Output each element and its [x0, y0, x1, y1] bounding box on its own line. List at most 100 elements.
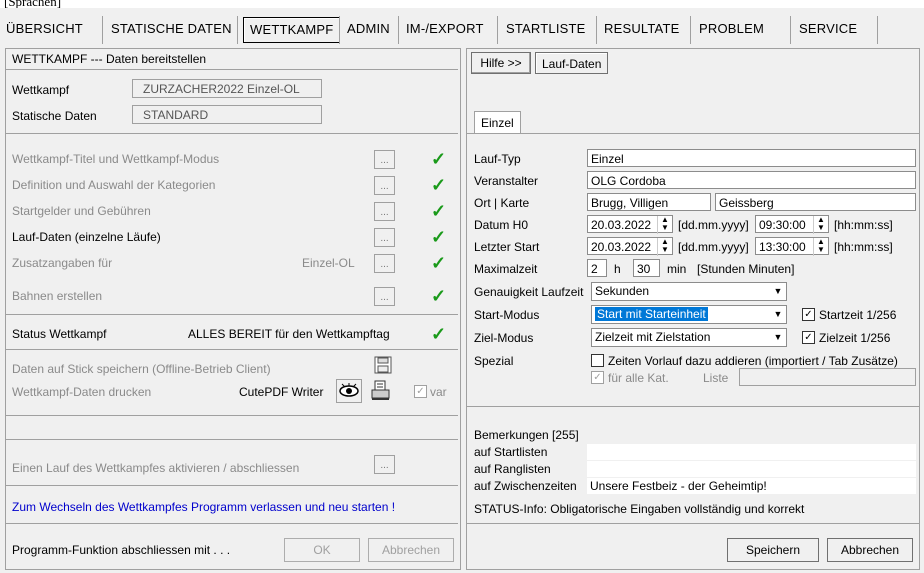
menu-resultate[interactable]: RESULTATE [604, 18, 679, 40]
bemerkungen-label: Bemerkungen [255] [474, 428, 579, 442]
var-label: var [430, 385, 447, 399]
menu-separator [877, 16, 878, 44]
step-zusatzangaben-suffix: Einzel-OL [302, 256, 355, 270]
menu-separator [102, 16, 103, 44]
ziel-modus-select[interactable]: Zielzeit mit Zielstation ▼ [591, 328, 787, 347]
step-startgelder-button[interactable]: ... [374, 202, 395, 221]
veranstalter-field[interactable]: OLG Cordoba [587, 171, 916, 189]
divider [6, 415, 458, 416]
spinner-icon[interactable]: ▲ ▼ [657, 238, 672, 256]
step-titel-modus: Wettkampf-Titel und Wettkampf-Modus [12, 152, 220, 166]
zielzeit-checkbox[interactable]: ✓ [802, 331, 815, 344]
auf-zwischenzeiten-field[interactable]: Unsere Festbeiz - der Geheimtip! [587, 478, 916, 494]
chevron-down-icon: ▼ [773, 309, 783, 319]
top-caption-strip: [Sprachen] [0, 0, 924, 8]
startzeit-checkbox[interactable]: ✓ [802, 308, 815, 321]
menu-service[interactable]: SERVICE [799, 18, 857, 40]
lauf-aktivieren-label: Einen Lauf des Wettkampfes aktivieren / … [12, 461, 300, 475]
zeit-format: [hh:mm:ss] [834, 218, 893, 232]
datum-h0-field[interactable]: 20.03.2022 ▲ ▼ [587, 215, 673, 234]
letzter-start-zeit-value: 13:30:00 [759, 240, 806, 254]
save-disk-icon[interactable] [374, 356, 392, 374]
status-wettkampf-label: Status Wettkampf [12, 327, 107, 341]
step-lauf-daten: Lauf-Daten (einzelne Läufe) [12, 230, 161, 244]
spinner-icon[interactable]: ▲ ▼ [813, 238, 828, 256]
help-button[interactable]: Hilfe >> [471, 52, 531, 74]
ok-button[interactable]: OK [284, 538, 360, 562]
datum-format: [dd.mm.yyyy] [678, 240, 749, 254]
left-cancel-button[interactable]: Abbrechen [368, 538, 454, 562]
spinner-icon[interactable]: ▲ ▼ [813, 216, 828, 234]
menu-wettkampf[interactable]: WETTKAMPF [243, 17, 341, 43]
step-kategorien-button[interactable]: ... [374, 176, 395, 195]
alle-kat-checkbox[interactable]: ✓ [591, 371, 604, 384]
menu-separator [790, 16, 791, 44]
menu-im-export[interactable]: IM-/EXPORT [406, 18, 484, 40]
menu-admin[interactable]: ADMIN [347, 18, 390, 40]
zeit-h0-field[interactable]: 09:30:00 ▲ ▼ [755, 215, 829, 234]
wettkampf-label: Wettkampf [12, 83, 70, 97]
liste-field[interactable] [739, 368, 916, 386]
lauf-typ-label: Lauf-Typ [474, 152, 521, 166]
printer-icon[interactable] [370, 379, 392, 401]
menu-statische-daten[interactable]: STATISCHE DATEN [111, 18, 232, 40]
lauf-aktivieren-button[interactable]: ... [374, 455, 395, 474]
divider [6, 485, 458, 486]
save-button[interactable]: Speichern [727, 538, 819, 562]
ziel-modus-label: Ziel-Modus [474, 331, 534, 345]
auf-startlisten-field[interactable] [587, 444, 916, 460]
vorlauf-checkbox[interactable] [591, 354, 604, 367]
letzter-start-label: Letzter Start [474, 240, 540, 254]
step-zusatzangaben-button[interactable]: ... [374, 254, 395, 273]
liste-label: Liste [703, 371, 729, 385]
menu-uebersicht[interactable]: ÜBERSICHT [6, 18, 83, 40]
letzter-start-datum-field[interactable]: 20.03.2022 ▲ ▼ [587, 237, 673, 256]
status-wettkampf-value: ALLES BEREIT für den Wettkampftag [188, 327, 390, 341]
step-lauf-daten-button[interactable]: ... [374, 228, 395, 247]
startzeit-checkbox-label: Startzeit 1/256 [819, 308, 897, 322]
start-modus-value: Start mit Starteinheit [595, 307, 708, 321]
tab-lauf-daten[interactable]: Lauf-Daten [535, 52, 609, 74]
karte-field[interactable]: Geissberg [715, 193, 916, 211]
checkmark-icon: ✓ [431, 227, 447, 247]
letzter-start-zeit-field[interactable]: 13:30:00 ▲ ▼ [755, 237, 829, 256]
step-startgelder: Startgelder und Gebühren [12, 204, 151, 218]
ort-karte-label: Ort | Karte [474, 196, 530, 210]
datum-format: [dd.mm.yyyy] [678, 218, 749, 232]
checkmark-icon: ✓ [431, 253, 447, 273]
spinner-icon[interactable]: ▲ ▼ [657, 216, 672, 234]
genauigkeit-label: Genauigkeit Laufzeit [474, 285, 584, 299]
auf-ranglisten-field[interactable] [587, 461, 916, 477]
divider [6, 439, 458, 440]
var-checkbox[interactable]: ✓ [414, 385, 427, 398]
datum-h0-label: Datum H0 [474, 218, 529, 232]
left-panel-title: WETTKAMPF --- Daten bereitstellen [6, 49, 458, 70]
chevron-down-icon: ▼ [773, 286, 783, 296]
genauigkeit-select[interactable]: Sekunden ▼ [591, 282, 787, 301]
checkmark-icon: ✓ [431, 286, 447, 306]
menu-separator [690, 16, 691, 44]
step-bahnen-button[interactable]: ... [374, 287, 395, 306]
menu-startliste[interactable]: STARTLISTE [506, 18, 586, 40]
right-cancel-button[interactable]: Abbrechen [827, 538, 913, 562]
preview-eye-icon[interactable] [336, 379, 362, 403]
tab-einzel[interactable]: Einzel [474, 111, 521, 133]
auf-zwischenzeiten-label: auf Zwischenzeiten [474, 479, 577, 493]
statische-daten-value: STANDARD [132, 105, 322, 124]
max-format: [Stunden Minuten] [697, 262, 795, 276]
checkmark-icon: ✓ [431, 324, 447, 344]
step-titel-modus-button[interactable]: ... [374, 150, 395, 169]
step-bahnen: Bahnen erstellen [12, 289, 103, 303]
right-panel: Hilfe >> Lauf-Daten Einzel Lauf-Typ Einz… [466, 48, 920, 570]
menu-problem[interactable]: PROBLEM [699, 18, 764, 40]
max-minutes-field[interactable]: 30 [633, 259, 660, 277]
spezial-label: Spezial [474, 354, 514, 368]
lauf-typ-field[interactable]: Einzel [587, 149, 916, 167]
veranstalter-label: Veranstalter [474, 174, 539, 188]
menu-separator [596, 16, 597, 44]
menu-separator [237, 16, 238, 44]
max-hours-field[interactable]: 2 [587, 259, 607, 277]
wettkampf-value: ZURZACHER2022 Einzel-OL [132, 79, 322, 98]
start-modus-select[interactable]: Start mit Starteinheit ▼ [591, 305, 787, 324]
ort-field[interactable]: Brugg, Villigen [587, 193, 711, 211]
